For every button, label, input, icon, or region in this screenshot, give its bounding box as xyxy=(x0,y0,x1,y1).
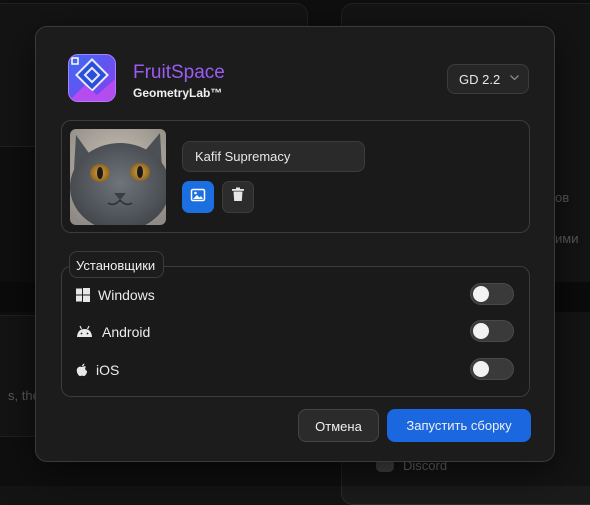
installer-label-windows: Windows xyxy=(98,287,155,303)
toggle-knob xyxy=(473,361,489,377)
toggle-ios[interactable] xyxy=(470,358,514,380)
installer-row-android: Android xyxy=(76,320,516,344)
windows-icon xyxy=(76,288,90,302)
toggle-android[interactable] xyxy=(470,320,514,342)
installer-row-windows: Windows xyxy=(76,283,516,307)
chevron-down-icon xyxy=(509,71,520,86)
image-icon xyxy=(190,187,206,208)
geometrylab-logo-icon xyxy=(68,54,116,102)
apple-icon xyxy=(76,363,90,377)
brand-name: FruitSpace xyxy=(133,62,225,83)
delete-image-button[interactable] xyxy=(222,181,254,213)
installer-label-android: Android xyxy=(102,324,151,340)
brand-subtitle: GeometryLab™ xyxy=(133,86,223,100)
trash-icon xyxy=(231,187,245,207)
upload-image-button[interactable] xyxy=(182,181,214,213)
version-selected-value: GD 2.2 xyxy=(459,72,501,87)
toggle-windows[interactable] xyxy=(470,283,514,305)
installers-title: Установщики xyxy=(69,251,165,278)
cancel-button[interactable]: Отмена xyxy=(298,409,379,442)
profile-section xyxy=(61,120,530,233)
toggle-knob xyxy=(473,323,489,339)
toggle-knob xyxy=(473,286,489,302)
installer-row-ios: iOS xyxy=(76,358,516,382)
server-avatar-image[interactable] xyxy=(70,129,166,225)
start-build-button[interactable]: Запустить сборку xyxy=(387,409,531,442)
android-icon xyxy=(76,325,93,339)
version-select[interactable]: GD 2.2 xyxy=(447,64,529,94)
create-build-modal: FruitSpace GeometryLab™ GD 2.2 Kafif Sup… xyxy=(35,26,555,462)
server-name-input[interactable] xyxy=(182,141,365,172)
installer-label-ios: iOS xyxy=(96,362,120,378)
